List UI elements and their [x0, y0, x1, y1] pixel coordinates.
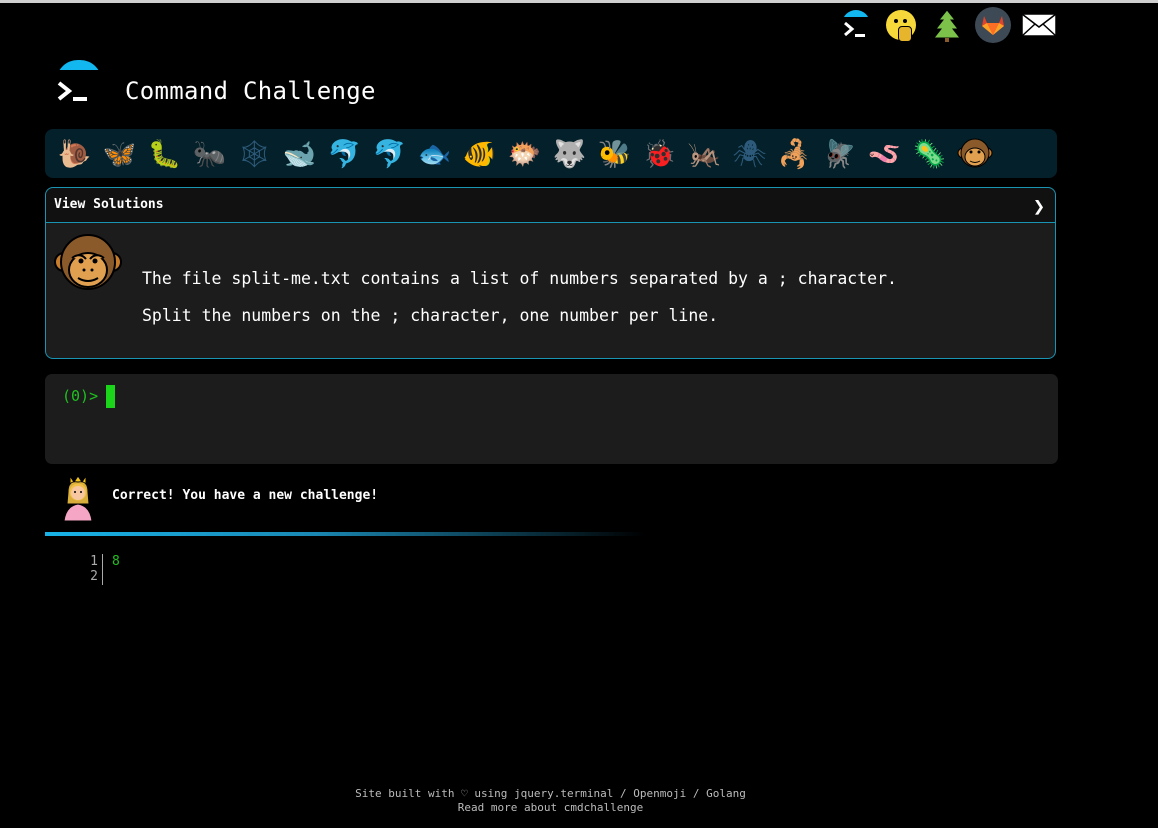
dolphin-icon[interactable]: 🐬 [323, 134, 366, 174]
golang-link[interactable]: Golang [706, 787, 746, 800]
wolf-icon[interactable]: 🐺 [548, 134, 591, 174]
bee-icon[interactable]: 🐝 [593, 134, 636, 174]
spider-icon[interactable]: 🕷 [728, 134, 771, 174]
shushing-face-icon[interactable] [882, 6, 920, 44]
terminal-prompt: (0)> [62, 387, 99, 405]
read-more-link[interactable]: Read more about cmdchallenge [458, 801, 643, 814]
spider-web-icon[interactable]: 🕸 [233, 134, 276, 174]
terminal-input[interactable]: (0)> [45, 374, 1058, 464]
output-line-numbers: 1 2 [90, 554, 98, 584]
footer: Site built with ♡ using jquery.terminal … [0, 787, 1101, 815]
tropical-fish-icon[interactable]: 🐠 [458, 134, 501, 174]
window-top-border [0, 0, 1158, 3]
butterfly-icon[interactable]: 🦋 [98, 134, 141, 174]
output-lines: 8 [112, 554, 120, 569]
terminal-icon[interactable] [836, 6, 874, 44]
output-gutter-divider [102, 554, 103, 585]
chevron-right-icon[interactable]: ❯ [1033, 194, 1045, 218]
challenge-line-1: The file split-me.txt contains a list of… [142, 269, 897, 288]
snail-icon[interactable]: 🐌 [53, 134, 96, 174]
view-solutions-toggle[interactable]: View Solutions ❯ [46, 188, 1055, 223]
result-progress-line [45, 532, 645, 536]
openmoji-link[interactable]: Openmoji [633, 787, 686, 800]
mail-icon[interactable] [1020, 6, 1058, 44]
challenge-progress-bar: 🐌 🦋 🐛 🐜 🕸 🐋 🐬 🐬 🐟 🐠 🐡 🐺 🐝 🐞 🦗 🕷 🦂 🪰 🪱 🦠 [45, 129, 1057, 178]
fish-icon[interactable]: 🐟 [413, 134, 456, 174]
site-title[interactable]: Command Challenge [125, 77, 376, 105]
result-message: Correct! You have a new challenge! [112, 488, 379, 503]
footer-credits-prefix: Site built with ♡ using [355, 787, 515, 800]
jquery-terminal-link[interactable]: jquery.terminal [514, 787, 613, 800]
fly-icon[interactable]: 🪰 [818, 134, 861, 174]
cricket-icon[interactable]: 🦗 [683, 134, 726, 174]
site-logo-icon[interactable] [54, 60, 104, 106]
challenge-card: View Solutions ❯ The file split-me.txt c… [45, 187, 1056, 359]
view-solutions-label[interactable]: View Solutions [54, 197, 164, 212]
footer-credits: Site built with ♡ using jquery.terminal … [0, 787, 1101, 801]
challenge-line-2: Split the numbers on the ; character, on… [142, 306, 719, 325]
top-nav-icons [836, 6, 1058, 44]
terminal-cursor [106, 385, 115, 408]
footer-sep: / [613, 787, 634, 800]
footer-sep: / [686, 787, 707, 800]
princess-icon [58, 474, 98, 522]
monkey-icon[interactable] [953, 134, 996, 174]
ant-icon[interactable]: 🐜 [188, 134, 231, 174]
ladybug-icon[interactable]: 🐞 [638, 134, 681, 174]
scorpion-icon[interactable]: 🦂 [773, 134, 816, 174]
worm-icon[interactable]: 🪱 [863, 134, 906, 174]
blowfish-icon[interactable]: 🐡 [503, 134, 546, 174]
monkey-face-icon [54, 232, 122, 292]
whale-icon[interactable]: 🐋 [278, 134, 321, 174]
tree-icon[interactable] [928, 6, 966, 44]
dolphin-icon[interactable]: 🐬 [368, 134, 411, 174]
challenge-description: The file split-me.txt contains a list of… [142, 260, 897, 334]
caterpillar-icon[interactable]: 🐛 [143, 134, 186, 174]
microbe-icon[interactable]: 🦠 [908, 134, 951, 174]
gitlab-icon[interactable] [974, 6, 1012, 44]
